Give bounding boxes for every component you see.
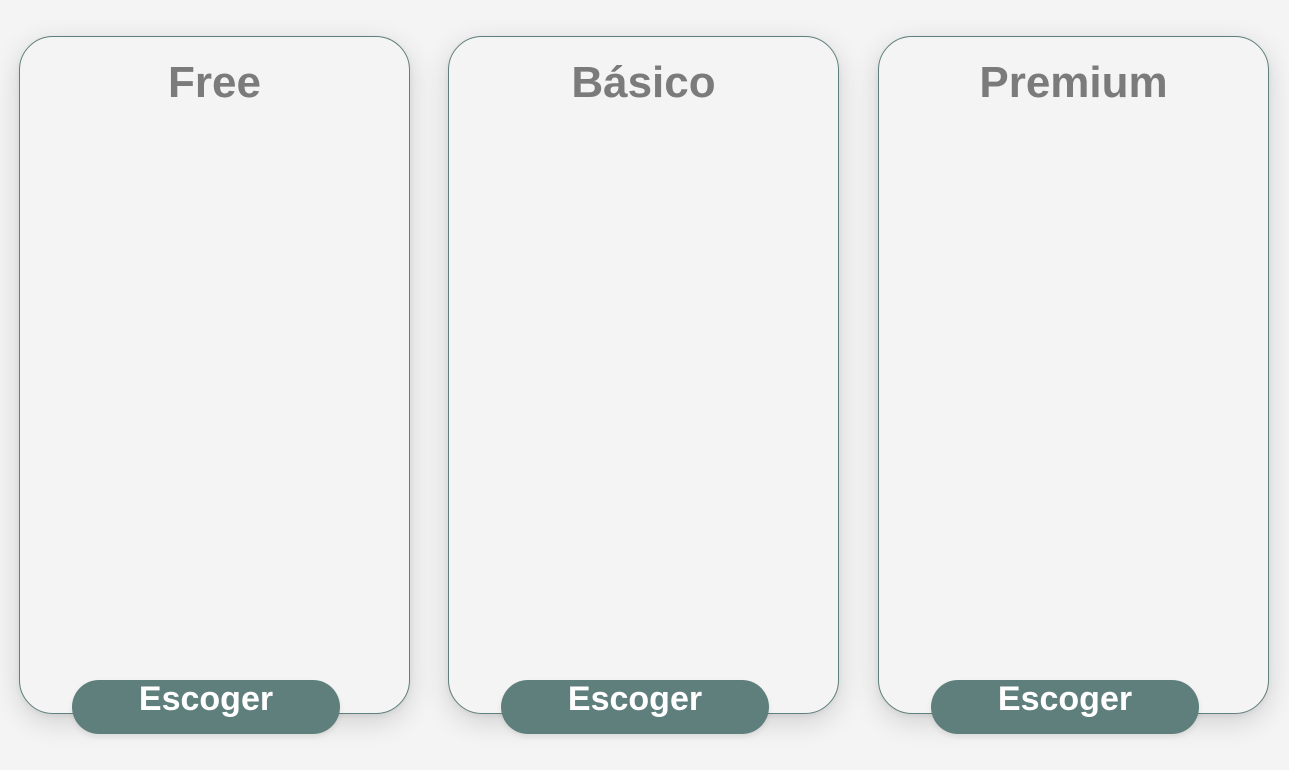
plan-card-premium: Premium Escoger — [878, 36, 1269, 734]
pricing-plans: Free Escoger Básico Escoger Premium Esco… — [0, 0, 1289, 770]
plan-title: Básico — [571, 58, 716, 107]
plan-title: Premium — [979, 58, 1168, 107]
choose-free-button[interactable]: Escoger — [72, 680, 340, 734]
plan-card-free: Free Escoger — [19, 36, 410, 734]
plan-card-basico: Básico Escoger — [448, 36, 839, 734]
choose-basico-button[interactable]: Escoger — [501, 680, 769, 734]
plan-title: Free — [168, 58, 261, 107]
choose-premium-button[interactable]: Escoger — [931, 680, 1199, 734]
